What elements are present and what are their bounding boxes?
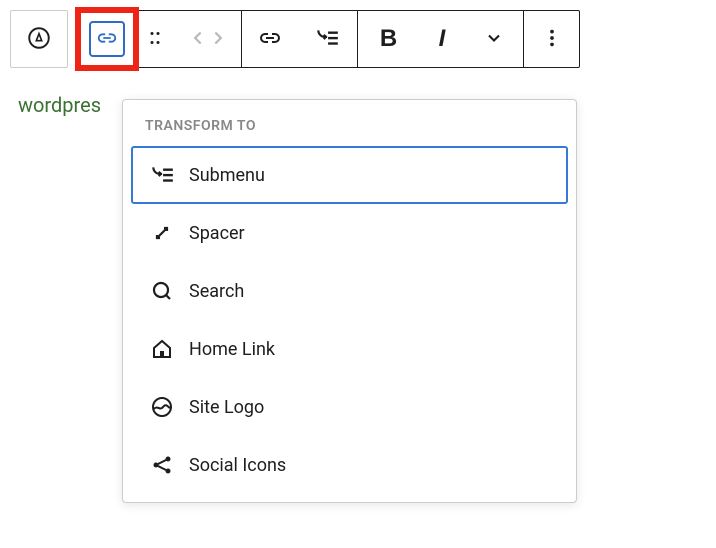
italic-button[interactable]: I xyxy=(419,11,465,67)
explore-button[interactable] xyxy=(11,11,67,67)
transform-option-site-logo[interactable]: Site Logo xyxy=(131,378,568,436)
transform-popover: Transform to Submenu Spacer Search Home … xyxy=(122,99,577,503)
transform-header: Transform to xyxy=(131,108,568,146)
submenu-icon xyxy=(314,25,340,54)
option-label: Social Icons xyxy=(189,455,286,476)
site-logo-icon xyxy=(149,394,175,420)
link-block-icon xyxy=(89,21,125,57)
block-type-button[interactable] xyxy=(79,11,135,67)
option-label: Home Link xyxy=(189,339,275,360)
drag-handle-button[interactable] xyxy=(135,11,175,67)
more-formatting-button[interactable] xyxy=(465,11,523,67)
move-buttons[interactable] xyxy=(175,11,241,67)
kebab-icon xyxy=(541,27,563,52)
compass-icon xyxy=(26,25,52,54)
transform-option-home-link[interactable]: Home Link xyxy=(131,320,568,378)
block-toolbar-main: B I xyxy=(78,10,580,68)
share-icon xyxy=(149,452,175,478)
link-icon xyxy=(258,26,282,53)
transform-option-submenu[interactable]: Submenu xyxy=(131,146,568,204)
option-label: Submenu xyxy=(189,165,265,186)
options-button[interactable] xyxy=(523,11,579,67)
chevron-down-icon xyxy=(484,28,504,51)
transform-option-search[interactable]: Search xyxy=(131,262,568,320)
home-icon xyxy=(149,336,175,362)
option-label: Spacer xyxy=(189,223,245,244)
option-label: Search xyxy=(189,281,244,302)
italic-icon: I xyxy=(439,25,446,53)
submenu-icon xyxy=(149,162,175,188)
bold-button[interactable]: B xyxy=(357,11,419,67)
search-icon xyxy=(149,278,175,304)
bold-icon: B xyxy=(380,25,397,53)
document-tools xyxy=(10,10,68,68)
chevron-left-right-icon xyxy=(188,27,228,52)
submenu-button[interactable] xyxy=(297,11,357,67)
drag-icon xyxy=(146,29,164,50)
transform-option-spacer[interactable]: Spacer xyxy=(131,204,568,262)
link-button[interactable] xyxy=(241,11,297,67)
option-label: Site Logo xyxy=(189,397,264,418)
block-toolbar: B I xyxy=(10,10,706,68)
transform-option-social-icons[interactable]: Social Icons xyxy=(131,436,568,494)
spacer-icon xyxy=(149,220,175,246)
nav-link-text[interactable]: wordpres xyxy=(10,93,101,117)
